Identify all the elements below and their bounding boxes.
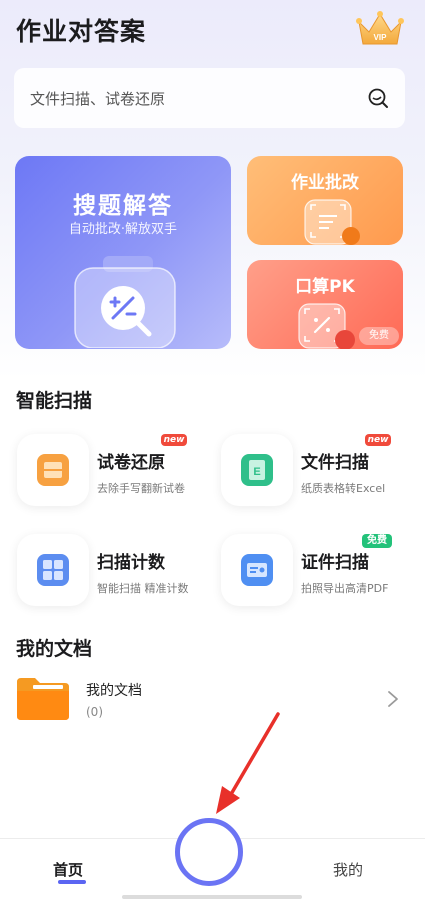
exam-restore-desc: 去除手写翻新试卷 (97, 482, 185, 495)
tab-home-indicator (58, 880, 86, 884)
file-scan-desc: 纸质表格转Excel (301, 482, 386, 495)
search-bar[interactable]: 文件扫描、试卷还原 (14, 68, 405, 128)
new-badge: new (161, 434, 187, 446)
search-answer-card[interactable]: 搜题解答 自动批改·解放双手 (15, 156, 231, 349)
pointer-arrow-icon (216, 712, 280, 814)
id-card-icon (241, 554, 273, 586)
folder-icon (17, 678, 69, 720)
my-docs-item-count: (0) (86, 705, 103, 719)
new-badge: new (365, 434, 391, 446)
exam-restore-icon-wrap (17, 434, 89, 506)
vip-crown-icon[interactable]: VIP (355, 10, 405, 50)
calculator-scan-icon (298, 303, 355, 349)
exam-restore-name: 试卷还原 (97, 453, 165, 473)
id-scan-tool[interactable]: 证件扫描 拍照导出高清PDF 免费 (221, 534, 421, 610)
exam-restore-tool[interactable]: 试卷还原 去除手写翻新试卷 new (17, 434, 217, 510)
id-scan-icon-wrap (221, 534, 293, 606)
free-badge: 免费 (362, 534, 392, 548)
page-title: 作业对答案 (16, 17, 147, 46)
smart-scan-section-title: 智能扫描 (16, 390, 93, 412)
file-scan-tool[interactable]: E 文件扫描 纸质表格转Excel new (221, 434, 421, 510)
scan-count-icon-wrap (17, 534, 89, 606)
svg-text:E: E (253, 466, 260, 478)
file-scan-icon-wrap: E (221, 434, 293, 506)
mental-math-pk-title: 口算PK (295, 277, 355, 297)
tab-home[interactable]: 首页 (53, 859, 83, 880)
my-docs-section-title: 我的文档 (16, 638, 93, 660)
search-answer-title: 搜题解答 (73, 193, 173, 219)
scan-calculator-icon (74, 256, 176, 348)
search-input[interactable]: 文件扫描、试卷还原 (30, 88, 367, 109)
my-docs-item-name: 我的文档 (86, 683, 142, 699)
search-answer-subtitle: 自动批改·解放双手 (68, 222, 178, 237)
chevron-right-icon[interactable] (387, 690, 399, 708)
file-scan-name: 文件扫描 (301, 453, 369, 473)
count-grid-icon (37, 554, 69, 586)
id-scan-name: 证件扫描 (301, 553, 369, 573)
document-scan-icon (304, 199, 360, 245)
tab-me[interactable]: 我的 (333, 859, 363, 880)
free-badge: 免费 (359, 327, 399, 345)
scan-count-tool[interactable]: 扫描计数 智能扫描 精准计数 (17, 534, 217, 610)
center-scan-button[interactable] (175, 818, 243, 886)
homework-grading-title: 作业批改 (291, 173, 359, 193)
excel-file-icon: E (241, 454, 273, 486)
home-indicator (122, 895, 302, 899)
scan-count-desc: 智能扫描 精准计数 (97, 582, 189, 595)
search-icon[interactable] (367, 87, 389, 109)
scan-count-name: 扫描计数 (97, 553, 165, 573)
id-scan-desc: 拍照导出高清PDF (301, 582, 389, 595)
mental-math-pk-card[interactable]: 口算PK 免费 (247, 260, 403, 349)
vip-label: VIP (374, 33, 388, 42)
homework-grading-card[interactable]: 作业批改 (247, 156, 403, 245)
exam-restore-icon (37, 454, 69, 486)
